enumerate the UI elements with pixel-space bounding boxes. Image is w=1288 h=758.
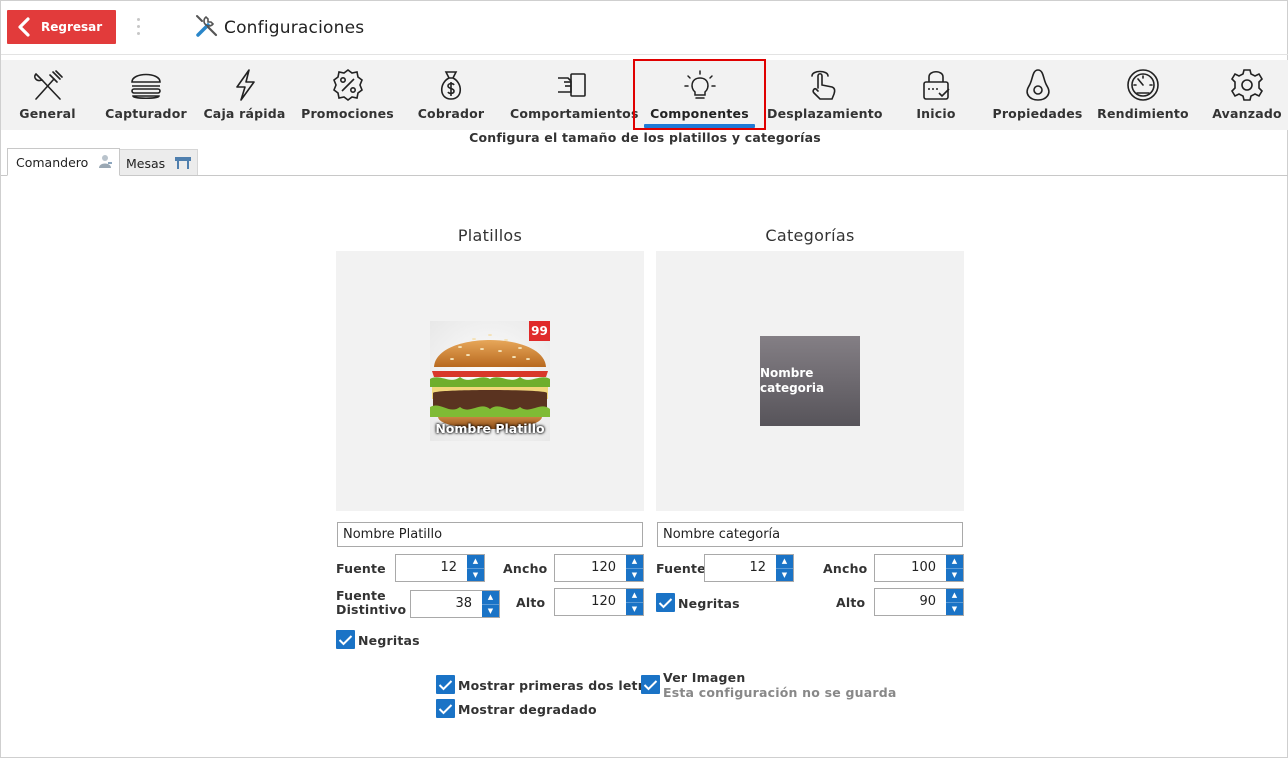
page-subtitle: Configura el tamaño de los platillos y c… <box>469 130 821 145</box>
platillo-alto-spinner[interactable]: 120 ▲ ▼ <box>554 588 644 616</box>
platillo-fuente-label: Fuente <box>336 561 386 576</box>
increment-icon[interactable]: ▲ <box>946 589 963 602</box>
ver-imagen-label: Ver Imagen <box>663 670 746 685</box>
lightning-icon <box>235 69 255 101</box>
dish-badge: 99 <box>529 321 550 341</box>
nav-item-promociones[interactable]: Promociones <box>296 60 399 130</box>
more-options-icon[interactable] <box>132 15 144 41</box>
checkmark-icon <box>338 634 353 645</box>
nav-item-inicio[interactable]: Inicio <box>891 60 981 130</box>
increment-icon[interactable]: ▲ <box>626 589 643 602</box>
categoria-fuente-spinner[interactable]: 12 ▲ ▼ <box>704 554 794 582</box>
chevron-left-icon <box>7 17 41 37</box>
nav-item-propiedades[interactable]: Propiedades <box>991 60 1084 130</box>
checkmark-icon <box>643 679 658 690</box>
mostrar-degradado-checkbox[interactable] <box>436 699 455 718</box>
platillo-fuente-spinner[interactable]: 12 ▲ ▼ <box>395 554 485 582</box>
decrement-icon[interactable]: ▼ <box>946 601 963 616</box>
categoria-negritas-label: Negritas <box>678 596 740 611</box>
categoria-negritas-checkbox[interactable] <box>656 593 675 612</box>
platillo-ancho-label: Ancho <box>503 561 548 576</box>
dish-name-label: Nombre Platillo <box>435 421 545 436</box>
platillos-title: Platillos <box>457 226 523 245</box>
decrement-icon[interactable]: ▼ <box>946 567 963 582</box>
burger-icon <box>131 73 161 100</box>
category-name-label: Nombre categoria <box>760 366 825 395</box>
increment-icon[interactable]: ▲ <box>946 555 963 568</box>
fork-knife-icon <box>33 70 63 100</box>
back-button[interactable]: Regresar <box>7 10 116 44</box>
money-bag-icon <box>440 71 462 100</box>
tab-divider <box>1 175 1288 176</box>
nav-item-rendimiento[interactable]: Rendimiento <box>1095 60 1191 130</box>
ver-imagen-note: Esta configuración no se guarda <box>663 685 897 700</box>
nav-item-cobrador[interactable]: Cobrador <box>401 60 501 130</box>
categorias-title: Categorías <box>765 226 855 245</box>
checkmark-icon <box>658 597 673 608</box>
nav-item-desplazamiento[interactable]: Desplazamiento <box>767 60 883 130</box>
swipe-hand-icon <box>811 70 836 100</box>
nav-item-comportamientos[interactable]: Comportamientos <box>510 60 638 130</box>
platillo-alto-label: Alto <box>516 595 546 610</box>
platillo-fuente-distintivo-spinner[interactable]: 38 ▲ ▼ <box>410 590 500 618</box>
mostrar-degradado-label: Mostrar degradado <box>458 702 597 717</box>
nav-item-avanzado[interactable]: Avanzado <box>1206 60 1288 130</box>
categoria-alto-label: Alto <box>836 595 866 610</box>
platillo-negritas-label: Negritas <box>358 633 420 648</box>
tools-icon <box>194 13 220 43</box>
back-button-label: Regresar <box>41 20 103 34</box>
header-divider <box>1 54 1288 55</box>
mostrar-letras-checkbox[interactable] <box>436 675 455 694</box>
categoria-fuente-label: Fuente <box>656 561 706 576</box>
category-card: Nombre categoria <box>760 336 860 426</box>
decrement-icon[interactable]: ▼ <box>776 567 793 582</box>
decrement-icon[interactable]: ▼ <box>482 603 499 618</box>
speedometer-icon <box>1127 69 1159 101</box>
hand-card-icon <box>558 73 586 97</box>
categoria-ancho-label: Ancho <box>823 561 868 576</box>
decrement-icon[interactable]: ▼ <box>467 567 484 582</box>
nav-item-caja-rapida[interactable]: Caja rápida <box>198 60 291 130</box>
tab-mesas[interactable]: Mesas <box>120 149 198 176</box>
decrement-icon[interactable]: ▼ <box>626 601 643 616</box>
increment-icon[interactable]: ▲ <box>482 591 499 604</box>
lock-check-icon <box>923 70 950 100</box>
percent-badge-icon <box>332 69 363 101</box>
nav-item-general[interactable]: General <box>1 60 94 130</box>
increment-icon[interactable]: ▲ <box>467 555 484 568</box>
increment-icon[interactable]: ▲ <box>626 555 643 568</box>
decrement-icon[interactable]: ▼ <box>626 567 643 582</box>
categoria-name-input[interactable] <box>657 522 963 547</box>
waiter-icon <box>97 153 113 172</box>
platillo-negritas-checkbox[interactable] <box>336 630 355 649</box>
mostrar-letras-label: Mostrar primeras dos letras <box>458 678 661 693</box>
nav-item-capturador[interactable]: Capturador <box>94 60 198 130</box>
checkmark-icon <box>438 703 453 714</box>
platillo-ancho-spinner[interactable]: 120 ▲ ▼ <box>554 554 644 582</box>
platillo-fuente-distintivo-label: Fuente Distintivo <box>336 588 407 617</box>
categoria-ancho-spinner[interactable]: 100 ▲ ▼ <box>874 554 964 582</box>
table-icon <box>174 154 192 173</box>
checkmark-icon <box>438 679 453 690</box>
gear-icon <box>1230 69 1264 101</box>
page-header: Configuraciones <box>194 14 364 42</box>
tab-comandero[interactable]: Comandero <box>7 148 120 176</box>
highlight-box <box>633 59 766 130</box>
categoria-alto-spinner[interactable]: 90 ▲ ▼ <box>874 588 964 616</box>
platillo-name-input[interactable] <box>337 522 643 547</box>
avocado-icon <box>1025 69 1050 101</box>
ver-imagen-checkbox[interactable] <box>641 675 660 694</box>
page-title: Configuraciones <box>224 18 365 38</box>
increment-icon[interactable]: ▲ <box>776 555 793 568</box>
